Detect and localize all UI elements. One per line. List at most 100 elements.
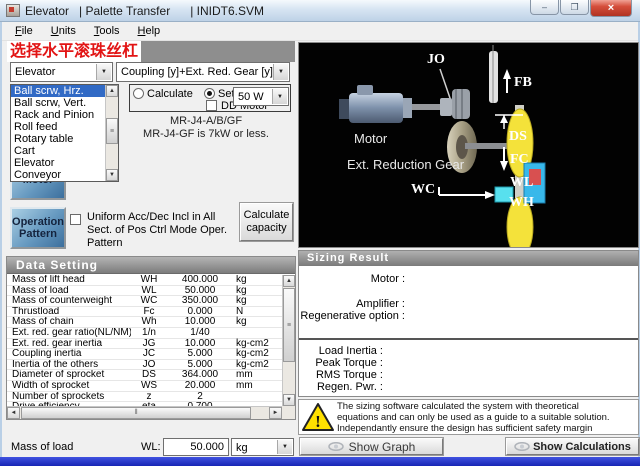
- minimize-button[interactable]: –: [530, 0, 559, 15]
- calculate-radio-label[interactable]: Calculate: [147, 88, 193, 100]
- chevron-down-icon[interactable]: ▼: [273, 64, 288, 80]
- menu-help[interactable]: Help: [129, 23, 170, 40]
- capacity-combo[interactable]: 50 W ▼: [233, 87, 289, 106]
- sizing-result-header: Sizing Result: [299, 251, 638, 266]
- scroll-down-icon[interactable]: ▼: [106, 169, 118, 181]
- amp-series-note: MR-J4-A/B/GF: [169, 115, 243, 127]
- warning-box: ! The sizing software calculated the sys…: [298, 399, 639, 435]
- edit-row-label: Mass of load: [11, 441, 74, 453]
- window-bottom-edge: [0, 457, 640, 466]
- chevron-down-icon[interactable]: ▼: [272, 89, 287, 104]
- machine-type-value: Elevator: [15, 66, 56, 78]
- sizing-result-panel: Sizing Result Motor : Amplifier : Regene…: [298, 250, 639, 397]
- window-controls: – ❐ ×: [530, 0, 632, 17]
- result-amplifier-label: Amplifier :: [356, 298, 405, 310]
- warning-line-3: Independantly ensure the design has suff…: [337, 422, 593, 434]
- capacity-value: 50 W: [238, 91, 264, 103]
- chevron-down-icon[interactable]: ▼: [96, 64, 111, 80]
- ds-label: DS: [509, 129, 527, 144]
- list-scrollbar[interactable]: ▲ ≡ ▼: [105, 85, 118, 181]
- scroll-down-icon[interactable]: ▼: [283, 394, 295, 406]
- uniform-accdec-checkbox[interactable]: [70, 214, 81, 225]
- mechanism-combo[interactable]: Coupling [y]+Ext. Red. Gear [y] ▼: [116, 62, 290, 82]
- uniform-accdec-checkbox-row: Uniform Acc/Dec Incl in All Sect. of Pos…: [70, 211, 238, 250]
- calculate-capacity-button[interactable]: Calculate capacity: [239, 202, 294, 242]
- show-calculations-label: Show Calculations: [533, 440, 631, 453]
- machine-type-combo[interactable]: Elevator ▼: [10, 62, 113, 82]
- table-row[interactable]: Width of sprocket WS 20.000 mm: [7, 380, 282, 392]
- table-row[interactable]: Ext. red. gear ratio(NL/NM) 1/n 1/40: [7, 327, 282, 339]
- calculate-capacity-label: Calculate capacity: [243, 209, 290, 234]
- eye-icon: [514, 442, 530, 451]
- mechanism-value: Coupling [y]+Ext. Red. Gear [y]: [121, 66, 273, 78]
- motor-diagram-label: Motor: [354, 131, 388, 146]
- ext-reduction-gear-label: Ext. Reduction Gear: [347, 157, 465, 172]
- mass-of-load-input[interactable]: [163, 438, 229, 456]
- svg-text:!: !: [315, 412, 321, 431]
- scroll-up-icon[interactable]: ▲: [283, 275, 295, 287]
- list-item[interactable]: Ball scrw, Vert.: [11, 97, 105, 109]
- list-item[interactable]: Elevator: [11, 157, 105, 169]
- unit-combo[interactable]: kg ▼: [231, 438, 294, 456]
- result-separator: [299, 338, 638, 340]
- show-graph-label: Show Graph: [348, 439, 416, 454]
- wh-label: WH: [509, 195, 534, 210]
- motor-body: [349, 93, 403, 123]
- result-regen-option-label: Regenerative option :: [300, 310, 405, 322]
- calculate-radio[interactable]: [133, 88, 144, 99]
- operation-pattern-label: Operation Pattern: [12, 216, 64, 240]
- motor-front-cap: [403, 98, 412, 118]
- list-item[interactable]: Conveyor: [11, 169, 105, 181]
- list-item[interactable]: Rack and Pinion: [11, 109, 105, 121]
- menu-units[interactable]: Units: [42, 23, 85, 40]
- table-vertical-scrollbar[interactable]: ▲ ≡ ▼: [282, 275, 295, 406]
- amp-capacity-note: MR-J4-GF is 7kW or less.: [143, 128, 269, 140]
- mechanism-diagram: JO FB DS FC WL WH WC Motor Ext. Reductio…: [298, 42, 639, 248]
- unit-value: kg: [236, 442, 248, 454]
- diagram-graphics: [339, 45, 546, 247]
- scroll-up-icon[interactable]: ▲: [106, 85, 118, 97]
- close-button[interactable]: ×: [590, 0, 632, 17]
- result-load-inertia-label: Load Inertia :: [318, 345, 383, 357]
- uniform-accdec-label[interactable]: Uniform Acc/Dec Incl in All Sect. of Pos…: [81, 211, 238, 250]
- motor-shaft: [412, 104, 440, 110]
- scrollbar-thumb[interactable]: ≡: [283, 288, 295, 362]
- maximize-button[interactable]: ❐: [560, 0, 589, 15]
- set-mtr-radio[interactable]: [204, 88, 215, 99]
- warning-icon: !: [299, 402, 337, 432]
- warning-text: The sizing software calculated the syste…: [337, 401, 610, 434]
- fc-label: FC: [510, 152, 529, 167]
- scrollbar-corner: [282, 406, 295, 419]
- selection-banner: 选择水平滚珠丝杠: [7, 41, 295, 62]
- table-row[interactable]: Mass of lift head WH 400.000 kg: [7, 275, 282, 286]
- fb-label: FB: [514, 75, 532, 90]
- show-graph-button[interactable]: Show Graph: [299, 437, 444, 456]
- scroll-right-icon[interactable]: ►: [269, 407, 282, 419]
- eye-icon: [327, 442, 344, 451]
- operation-pattern-button[interactable]: Operation Pattern: [10, 207, 66, 249]
- menu-tools[interactable]: Tools: [85, 23, 129, 40]
- result-peak-torque-label: Peak Torque :: [315, 357, 383, 369]
- menu-bar: File Units Tools Help: [2, 22, 638, 41]
- wc-label: WC: [411, 182, 436, 197]
- show-calculations-button[interactable]: Show Calculations: [505, 437, 640, 456]
- jo-pointer-line: [439, 68, 452, 102]
- dd-motor-checkbox[interactable]: [206, 100, 217, 111]
- banner-filler: [141, 41, 295, 62]
- window-title: Elevator | Palette Transfer | INIDT6.SVM: [25, 3, 264, 18]
- warning-line-2: equations and can only be used as a guid…: [337, 411, 610, 423]
- banner-text: 选择水平滚珠丝杠: [7, 41, 142, 62]
- list-item[interactable]: Roll feed: [11, 121, 105, 133]
- scroll-left-icon[interactable]: ◄: [7, 407, 20, 419]
- list-item[interactable]: Rotary table: [11, 133, 105, 145]
- list-item[interactable]: Ball scrw, Hrz.: [11, 85, 105, 97]
- scrollbar-thumb[interactable]: ≡: [106, 118, 118, 144]
- scrollbar-thumb[interactable]: ⦀: [21, 407, 251, 419]
- table-horizontal-scrollbar[interactable]: ◄ ⦀ ►: [7, 406, 282, 419]
- title-bar[interactable]: Elevator | Palette Transfer | INIDT6.SVM…: [0, 0, 640, 22]
- application-window: Elevator | Palette Transfer | INIDT6.SVM…: [0, 0, 640, 466]
- motor-top-box: [357, 85, 373, 95]
- menu-file[interactable]: File: [6, 23, 42, 40]
- chevron-down-icon[interactable]: ▼: [277, 440, 292, 454]
- list-item[interactable]: Cart: [11, 145, 105, 157]
